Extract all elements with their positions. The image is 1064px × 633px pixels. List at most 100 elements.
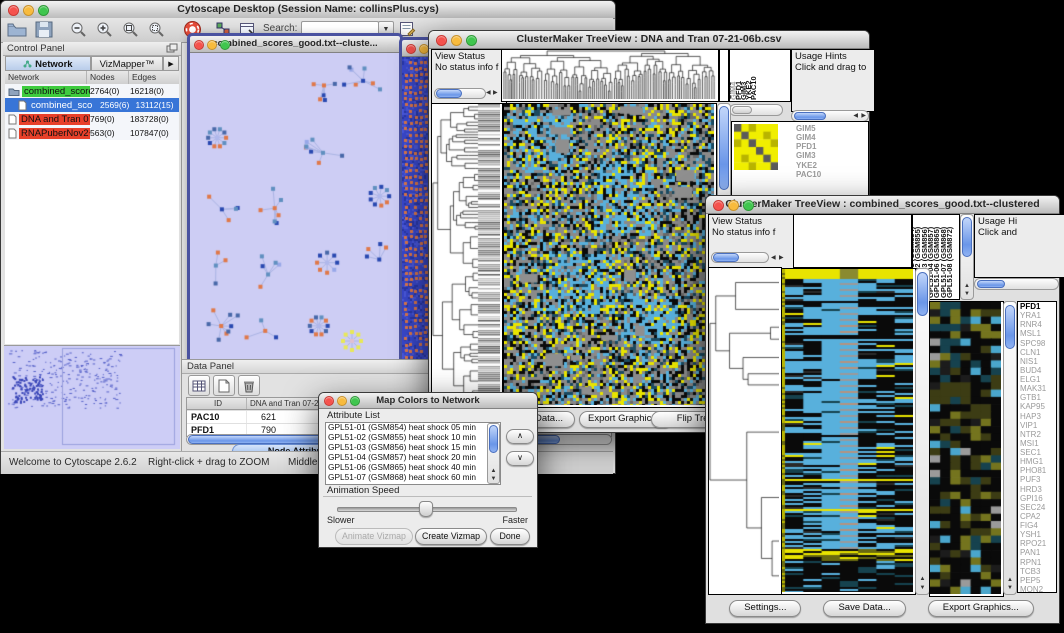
gene-label[interactable]: GPI16 <box>1020 494 1056 503</box>
close-icon[interactable] <box>436 35 447 46</box>
minimize-icon[interactable] <box>337 396 347 406</box>
gene-list-v-scrollbar[interactable]: ▲ ▼ <box>1003 301 1017 595</box>
gene-label[interactable]: GTB1 <box>1020 393 1056 402</box>
attribute-list-item[interactable]: GPL51-01 (GSM854) heat shock 05 min <box>326 423 500 433</box>
scroll-right-icon[interactable]: ▶ <box>493 90 498 96</box>
gene-label[interactable]: NIS1 <box>1020 357 1056 366</box>
gene-label[interactable]: SEC24 <box>1020 503 1056 512</box>
row-label[interactable]: GIM5 <box>796 124 866 133</box>
zoom-window-icon[interactable] <box>350 396 360 406</box>
treeview-button[interactable]: Settings... <box>729 600 801 617</box>
scroll-down-icon[interactable]: ▼ <box>1007 585 1013 591</box>
scroll-up-icon[interactable]: ▲ <box>1007 577 1013 583</box>
network-list-item[interactable]: combined_sco2569(6)13112(15) <box>5 98 179 112</box>
zoom-out-icon[interactable] <box>69 21 87 38</box>
gene-label[interactable]: PEP5 <box>1020 576 1056 585</box>
close-icon[interactable] <box>713 200 724 211</box>
attribute-list-item[interactable]: GPL51-06 (GSM865) heat shock 40 min <box>326 463 500 473</box>
gene-label[interactable]: BUD4 <box>1020 366 1056 375</box>
gene-label[interactable]: MSL1 <box>1020 329 1056 338</box>
column-label[interactable]: PAC10 <box>750 76 757 100</box>
gene-label[interactable]: NTR2 <box>1020 430 1056 439</box>
gene-label[interactable]: KAP95 <box>1020 402 1056 411</box>
network-list-item[interactable]: RNAPuberNov2+563(0)107847(0) <box>5 126 179 140</box>
move-up-button[interactable]: ∧ <box>506 429 534 444</box>
zoom-in-icon[interactable] <box>95 21 113 38</box>
treeview-button[interactable]: Save Data... <box>823 600 905 617</box>
new-attribute-icon[interactable] <box>213 375 235 396</box>
gene-label[interactable]: HAP3 <box>1020 412 1056 421</box>
network-list-item[interactable]: DNA and Tran 07769(0)183728(0) <box>5 112 179 126</box>
gene-label[interactable]: ELG1 <box>1020 375 1056 384</box>
row-label[interactable]: PAC10 <box>796 170 866 179</box>
animate-vizmap-button[interactable]: Animate Vizmap <box>335 528 413 545</box>
attribute-table-icon[interactable] <box>188 375 210 396</box>
row-label[interactable]: GIM4 <box>796 133 866 142</box>
gene-label[interactable]: YRA1 <box>1020 311 1056 320</box>
gene-label[interactable]: TCB3 <box>1020 567 1056 576</box>
view-status-h-scrollbar[interactable] <box>434 88 486 99</box>
scroll-right-icon[interactable]: ▶ <box>861 113 866 119</box>
row-dendrogram-panel[interactable] <box>708 267 782 595</box>
usage-hints-h-scrollbar[interactable] <box>974 278 1059 290</box>
speed-slider-thumb[interactable] <box>419 501 433 517</box>
gene-label[interactable]: MSI1 <box>1020 439 1056 448</box>
gene-list[interactable]: PFD1YRA1RNR4MSL1SPC98CLN1NIS1BUD4ELG1MAK… <box>1017 301 1057 593</box>
zoom-window-icon[interactable] <box>38 5 49 16</box>
labels-v-scrollbar[interactable]: ▲ ▼ <box>960 214 974 300</box>
zoomed-heatmap-panel[interactable] <box>929 301 1004 597</box>
zoom-window-icon[interactable] <box>220 40 230 50</box>
network-view-window[interactable]: combined_scores_good.txt--cluste... <box>187 33 403 371</box>
row-label[interactable]: YKE2 <box>796 161 866 170</box>
labels-h-scrollbar[interactable] <box>729 104 783 116</box>
gene-label[interactable]: MON2 <box>1020 585 1056 593</box>
gene-label[interactable]: PAN1 <box>1020 548 1056 557</box>
scroll-right-icon[interactable]: ▶ <box>779 255 784 261</box>
zoom-window-icon[interactable] <box>743 200 754 211</box>
gene-label[interactable]: SPC98 <box>1020 339 1056 348</box>
zoom-window-icon[interactable] <box>466 35 477 46</box>
done-button[interactable]: Done <box>490 528 530 545</box>
gene-label[interactable]: RPN1 <box>1020 558 1056 567</box>
treeview-button[interactable]: Export Graphics... <box>928 600 1034 617</box>
gene-label[interactable]: HRD3 <box>1020 485 1056 494</box>
tab-vizmapper[interactable]: VizMapper™ <box>91 56 163 71</box>
heatmap-panel[interactable] <box>781 268 916 595</box>
zoom-selected-icon[interactable] <box>147 21 165 38</box>
gene-label[interactable]: HMG1 <box>1020 457 1056 466</box>
network-canvas[interactable] <box>190 53 394 363</box>
row-labels[interactable]: GIM5GIM4PFD1GIM3YKE2PAC10 <box>796 124 866 179</box>
scroll-left-icon[interactable]: ◀ <box>853 113 858 119</box>
column-labels-panel[interactable]: GIM5GIM4PFD1GIM3YKE2PAC10 <box>729 49 791 102</box>
attribute-list[interactable]: GPL51-01 (GSM854) heat shock 05 minGPL51… <box>325 422 501 485</box>
map-colors-dialog[interactable]: Map Colors to Network Attribute List GPL… <box>318 392 538 548</box>
minimize-icon[interactable] <box>728 200 739 211</box>
delete-attribute-trash-icon[interactable] <box>238 375 260 396</box>
row-label[interactable]: PFD1 <box>796 142 866 151</box>
close-icon[interactable] <box>8 5 19 16</box>
close-icon[interactable] <box>324 396 334 406</box>
open-folder-icon[interactable] <box>7 21 27 38</box>
column-label[interactable]: GPL51-08 (GSM872) <box>946 227 953 298</box>
scroll-down-icon[interactable]: ▼ <box>964 291 970 297</box>
view-status-h-scrollbar[interactable] <box>711 252 769 263</box>
attribute-list-item[interactable]: GPL51-04 (GSM857) heat shock 20 min <box>326 453 500 463</box>
network-list-item[interactable]: combined_scores2764(0)16218(0) <box>5 84 179 98</box>
scroll-up-icon[interactable]: ▲ <box>491 468 497 474</box>
gene-label[interactable]: MAK31 <box>1020 384 1056 393</box>
close-icon[interactable] <box>406 44 416 54</box>
scroll-up-icon[interactable]: ▲ <box>920 576 926 582</box>
float-panel-icon[interactable] <box>166 43 178 54</box>
attribute-list-item[interactable]: GPL51-02 (GSM855) heat shock 10 min <box>326 433 500 443</box>
zoom-fit-icon[interactable] <box>121 21 139 38</box>
tab-overflow-arrow-icon[interactable]: ▶ <box>163 56 179 71</box>
close-icon[interactable] <box>194 40 204 50</box>
scroll-left-icon[interactable]: ◀ <box>771 255 776 261</box>
mini-heatmap[interactable] <box>734 124 778 170</box>
row-label[interactable]: GIM3 <box>796 151 866 160</box>
scroll-down-icon[interactable]: ▼ <box>491 476 497 482</box>
gene-label[interactable]: PFD1 <box>1020 302 1056 311</box>
gene-label[interactable]: CPA2 <box>1020 512 1056 521</box>
gene-label[interactable]: VIP1 <box>1020 421 1056 430</box>
scroll-up-icon[interactable]: ▲ <box>964 283 970 289</box>
